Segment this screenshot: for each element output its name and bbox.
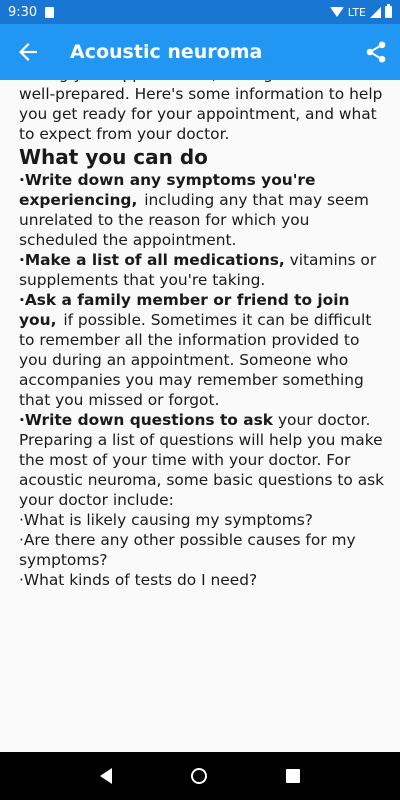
status-icons: LTE xyxy=(329,4,392,19)
triangle-back-icon[interactable] xyxy=(99,768,112,784)
network-type: LTE xyxy=(347,5,366,19)
question-item: ·Are there any other possible causes for… xyxy=(19,531,356,569)
share-icon xyxy=(366,41,386,63)
wifi-icon xyxy=(329,7,344,17)
bullet-item: ·Make a list of all medications, vitamin… xyxy=(19,250,389,290)
article-content[interactable]: during your appointment, it's a good ide… xyxy=(0,80,400,752)
app-bar: Acoustic neuroma xyxy=(0,24,400,80)
status-time: 9:30 xyxy=(8,4,38,20)
bullet-text: your doctor. xyxy=(277,411,371,429)
battery-icon xyxy=(385,4,392,18)
bullet-item: ·Ask a family member or friend to join y… xyxy=(19,290,389,410)
share-button[interactable] xyxy=(352,24,400,80)
navigation-bar xyxy=(0,752,400,800)
bullet-item: ·Write down any symptoms you're experien… xyxy=(19,170,389,250)
signal-icon xyxy=(370,6,381,18)
circle-home-icon[interactable] xyxy=(190,768,207,784)
bullet-text: if possible. Sometimes it can be difficu… xyxy=(19,311,372,409)
bullet-item: ·Write down questions to ask your doctor… xyxy=(19,410,389,430)
page-title: Acoustic neuroma xyxy=(70,41,263,63)
intro-paragraph: during your appointment, it's a good ide… xyxy=(19,80,384,143)
back-button[interactable] xyxy=(0,24,56,80)
question-item: ·What is likely causing my symptoms? xyxy=(19,511,313,529)
arrow-back-icon xyxy=(19,43,37,61)
section-heading: What you can do xyxy=(19,145,208,169)
questions-intro-paragraph: Preparing a list of questions will help … xyxy=(19,431,385,509)
status-bar: 9:30 LTE xyxy=(0,0,400,24)
sd-card-icon xyxy=(45,6,55,18)
bullet-bold: ·Write down questions to ask xyxy=(19,411,274,429)
question-item: ·What kinds of tests do I need? xyxy=(19,571,258,589)
square-recents-icon[interactable] xyxy=(286,769,301,783)
bullet-bold: ·Make a list of all medications, xyxy=(19,251,285,269)
